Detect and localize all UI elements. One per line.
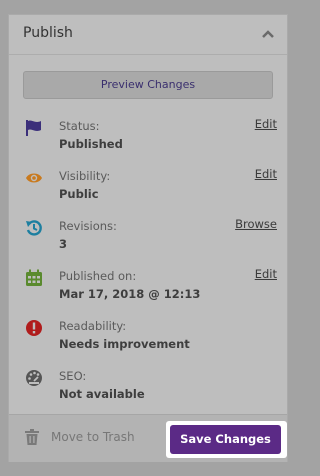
readability-row: Readability: Needs improvement — [23, 319, 277, 359]
status-label: Status: — [59, 119, 100, 133]
revisions-icon — [26, 220, 42, 236]
revisions-label: Revisions: — [59, 219, 117, 233]
seo-label: SEO: — [59, 369, 87, 383]
status-row: Status: Published Edit — [23, 117, 277, 159]
flag-icon — [26, 120, 41, 136]
move-to-trash-label: Move to Trash — [51, 430, 135, 444]
panel-header[interactable]: Publish — [9, 15, 287, 55]
trash-icon — [25, 429, 39, 445]
publish-panel: Publish Preview Changes Status: Publishe… — [8, 14, 288, 462]
published-on-value: Mar 17, 2018 @ 12:13 — [59, 287, 201, 301]
revisions-browse-link[interactable]: Browse — [235, 217, 277, 231]
eye-icon — [26, 173, 42, 183]
save-button-highlight: Save Changes — [166, 421, 287, 458]
seo-row: SEO: Not available — [23, 369, 277, 409]
revisions-row: Revisions: 3 Browse — [23, 217, 277, 259]
calendar-icon — [26, 269, 42, 286]
visibility-value: Public — [59, 187, 99, 201]
readability-icon — [26, 320, 42, 336]
published-on-row: Published on: Mar 17, 2018 @ 12:13 Edit — [23, 267, 277, 309]
published-on-edit-link[interactable]: Edit — [255, 267, 277, 281]
save-changes-button[interactable]: Save Changes — [170, 425, 281, 454]
preview-changes-button[interactable]: Preview Changes — [23, 71, 273, 99]
visibility-edit-link[interactable]: Edit — [255, 167, 277, 181]
panel-footer: Move to Trash Save Changes — [9, 414, 287, 462]
seo-value: Not available — [59, 387, 145, 401]
readability-value: Needs improvement — [59, 337, 190, 351]
visibility-label: Visibility: — [59, 169, 111, 183]
seo-gauge-icon — [26, 370, 42, 386]
chevron-up-icon[interactable] — [261, 27, 275, 41]
visibility-row: Visibility: Public Edit — [23, 167, 277, 209]
readability-label: Readability: — [59, 319, 127, 333]
revisions-value: 3 — [59, 237, 68, 251]
panel-title: Publish — [23, 25, 73, 41]
published-on-label: Published on: — [59, 269, 137, 283]
status-value: Published — [59, 137, 123, 151]
status-edit-link[interactable]: Edit — [255, 117, 277, 131]
